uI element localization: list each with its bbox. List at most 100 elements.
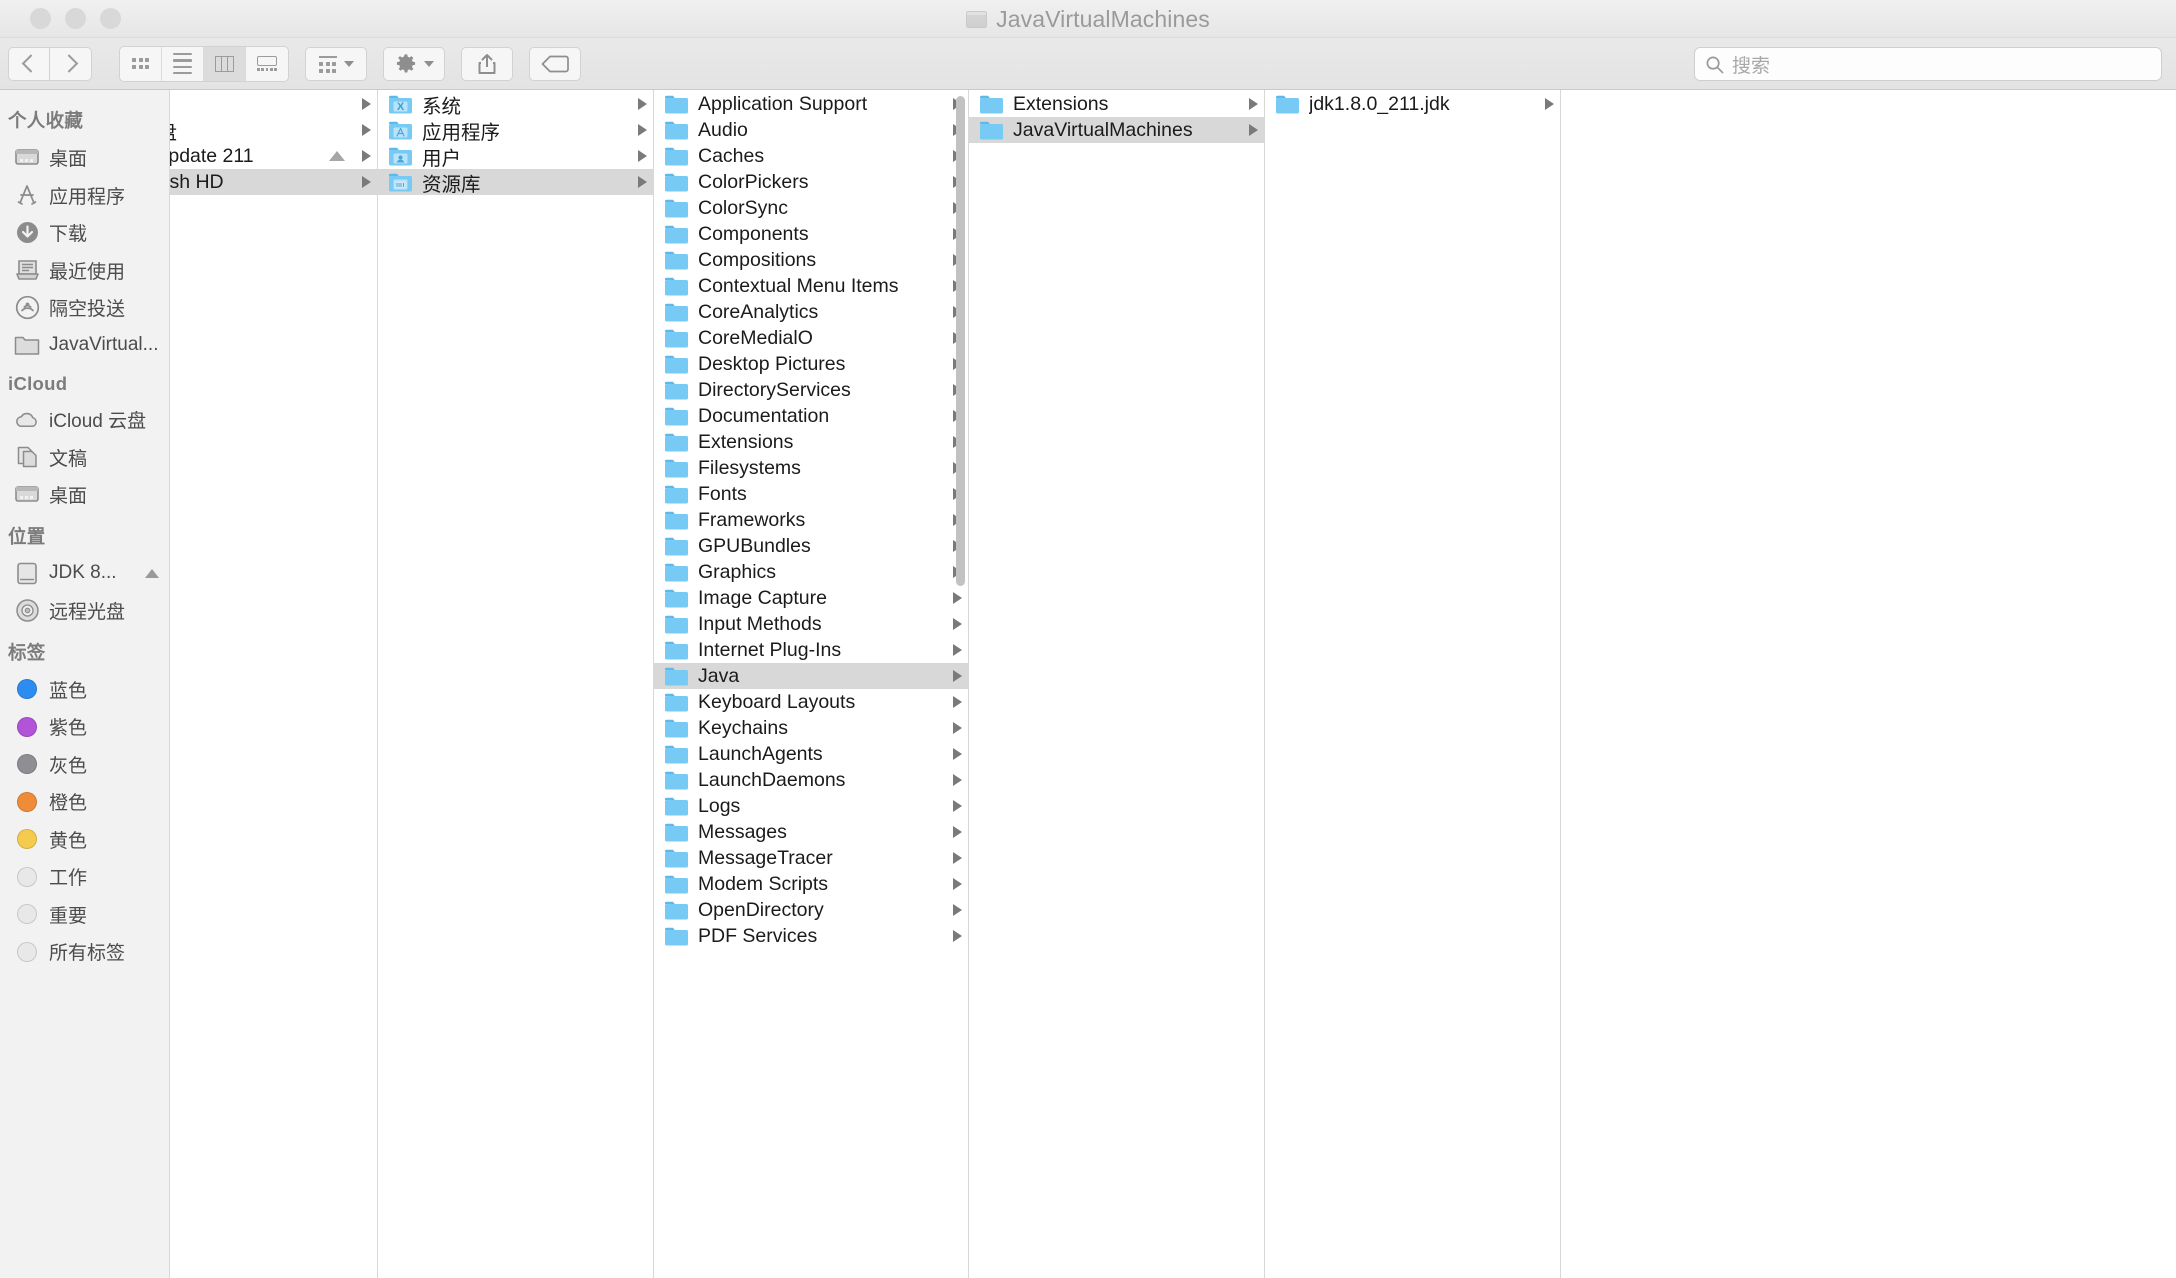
arrange-group bbox=[305, 46, 367, 81]
tag-color-swatch bbox=[17, 866, 37, 887]
list-item-label: ColorSync bbox=[698, 196, 788, 219]
list-item[interactable]: 8 Update 211 bbox=[170, 143, 377, 169]
sidebar-item-应用程序[interactable]: 应用程序 bbox=[0, 177, 169, 215]
sidebar-item-文稿[interactable]: 文稿 bbox=[0, 439, 169, 477]
list-item[interactable]: Keyboard Layouts bbox=[654, 689, 968, 715]
list-item[interactable]: Compositions bbox=[654, 247, 968, 273]
sidebar-item-icloud-云盘[interactable]: iCloud 云盘 bbox=[0, 401, 169, 439]
eject-icon[interactable] bbox=[145, 568, 159, 578]
chevron-right-icon bbox=[362, 98, 371, 110]
arrange-button[interactable] bbox=[305, 46, 367, 81]
sidebar-item-javavirtual-[interactable]: JavaVirtual... bbox=[0, 327, 169, 365]
list-item[interactable]: GPUBundles bbox=[654, 533, 968, 559]
forward-button[interactable] bbox=[50, 46, 92, 81]
window-title-group: JavaVirtualMachines bbox=[0, 0, 2176, 38]
search-field[interactable]: 搜索 bbox=[1694, 47, 2162, 81]
folder-icon bbox=[664, 588, 689, 608]
sidebar-item-最近使用[interactable]: 最近使用 bbox=[0, 252, 169, 290]
list-item-label: GPUBundles bbox=[698, 534, 811, 557]
sidebar-section-header: 标签 bbox=[8, 641, 46, 663]
list-item[interactable]: Audio bbox=[654, 117, 968, 143]
sidebar-item-工作[interactable]: 工作 bbox=[0, 858, 169, 896]
list-item[interactable]: 应用程序 bbox=[378, 117, 653, 144]
list-item[interactable]: LaunchAgents bbox=[654, 741, 968, 767]
back-button[interactable] bbox=[8, 46, 50, 81]
list-item[interactable]: Components bbox=[654, 221, 968, 247]
list-item[interactable]: Application Support bbox=[654, 91, 968, 117]
tag-color-swatch bbox=[17, 791, 37, 812]
list-item[interactable]: 用户 bbox=[378, 143, 653, 170]
edit-tags-button[interactable] bbox=[529, 46, 581, 81]
list-item[interactable]: Input Methods bbox=[654, 611, 968, 637]
sidebar-item-重要[interactable]: 重要 bbox=[0, 896, 169, 934]
sidebar-item-label: 重要 bbox=[49, 905, 88, 927]
folder-icon bbox=[664, 666, 689, 686]
columns-icon bbox=[215, 55, 234, 72]
list-item[interactable]: Messages bbox=[654, 819, 968, 845]
list-item[interactable]: 光盘 bbox=[170, 117, 377, 144]
list-item[interactable]: Modem Scripts bbox=[654, 871, 968, 897]
sidebar-item-蓝色[interactable]: 蓝色 bbox=[0, 671, 169, 709]
list-item-label: Java bbox=[698, 664, 740, 687]
list-item[interactable]: Graphics bbox=[654, 559, 968, 585]
list-item[interactable]: LaunchDaemons bbox=[654, 767, 968, 793]
list-item[interactable]: PDF Services bbox=[654, 923, 968, 949]
view-gallery-button[interactable] bbox=[246, 47, 288, 81]
list-item-label: 系统 bbox=[422, 95, 462, 118]
sidebar-item-label: 灰色 bbox=[49, 755, 88, 777]
list-item[interactable]: Image Capture bbox=[654, 585, 968, 611]
list-item-label: Fonts bbox=[698, 482, 747, 505]
view-column-button[interactable] bbox=[204, 46, 246, 81]
sidebar-item-远程光盘[interactable]: 远程光盘 bbox=[0, 592, 169, 630]
list-item[interactable]: JavaVirtualMachines bbox=[969, 117, 1264, 143]
list-item[interactable]: Caches bbox=[654, 143, 968, 169]
list-item[interactable]: Extensions bbox=[654, 429, 968, 455]
list-item[interactable]: CoreAnalytics bbox=[654, 299, 968, 325]
list-item[interactable]: jdk1.8.0_211.jdk bbox=[1265, 91, 1560, 117]
sidebar-item-label: 所有标签 bbox=[49, 943, 126, 965]
action-button[interactable] bbox=[383, 46, 445, 81]
list-item[interactable]: 资源库 bbox=[378, 169, 653, 196]
list-item[interactable]: ColorPickers bbox=[654, 169, 968, 195]
list-item[interactable]: OpenDirectory bbox=[654, 897, 968, 923]
navigation-buttons bbox=[8, 46, 92, 81]
tag-dot-icon bbox=[14, 714, 40, 740]
eject-icon[interactable] bbox=[329, 151, 345, 161]
sidebar-item-灰色[interactable]: 灰色 bbox=[0, 746, 169, 784]
list-item[interactable]: ColorSync bbox=[654, 195, 968, 221]
view-icon-button[interactable] bbox=[120, 46, 162, 81]
list-item[interactable]: r bbox=[170, 91, 377, 117]
sidebar-item-隔空投送[interactable]: 隔空投送 bbox=[0, 289, 169, 327]
sidebar-item-桌面[interactable]: 桌面 bbox=[0, 476, 169, 514]
list-item[interactable]: DirectoryServices bbox=[654, 377, 968, 403]
list-item[interactable]: Frameworks bbox=[654, 507, 968, 533]
list-item[interactable]: Extensions bbox=[969, 91, 1264, 117]
sidebar-item-桌面[interactable]: 桌面 bbox=[0, 139, 169, 177]
share-button[interactable] bbox=[461, 46, 513, 81]
list-item[interactable]: Fonts bbox=[654, 481, 968, 507]
sidebar-item-jdk-8-[interactable]: JDK 8... bbox=[0, 555, 169, 593]
list-item-label: Desktop Pictures bbox=[698, 352, 846, 375]
list-item[interactable]: MessageTracer bbox=[654, 845, 968, 871]
sidebar-item-label: 应用程序 bbox=[49, 186, 126, 208]
list-item[interactable]: Java bbox=[654, 663, 968, 689]
sidebar-item-下载[interactable]: 下载 bbox=[0, 214, 169, 252]
sidebar-item-紫色[interactable]: 紫色 bbox=[0, 708, 169, 746]
list-item[interactable]: intosh HD bbox=[170, 169, 377, 195]
list-item[interactable]: Internet Plug-Ins bbox=[654, 637, 968, 663]
folder-icon bbox=[664, 692, 689, 712]
sidebar-item-黄色[interactable]: 黄色 bbox=[0, 821, 169, 859]
sidebar-item-所有标签[interactable]: 所有标签 bbox=[0, 933, 169, 971]
list-item[interactable]: Contextual Menu Items bbox=[654, 273, 968, 299]
list-item[interactable]: X 系统 bbox=[378, 91, 653, 118]
sidebar-item-橙色[interactable]: 橙色 bbox=[0, 783, 169, 821]
list-item[interactable]: Desktop Pictures bbox=[654, 351, 968, 377]
list-item[interactable]: Documentation bbox=[654, 403, 968, 429]
list-item[interactable]: Filesystems bbox=[654, 455, 968, 481]
sidebar-section-header: 个人收藏 bbox=[8, 110, 84, 131]
list-item[interactable]: Logs bbox=[654, 793, 968, 819]
scrollbar-thumb[interactable] bbox=[956, 96, 965, 586]
view-list-button[interactable] bbox=[162, 46, 204, 81]
list-item[interactable]: CoreMedialO bbox=[654, 325, 968, 351]
list-item[interactable]: Keychains bbox=[654, 715, 968, 741]
